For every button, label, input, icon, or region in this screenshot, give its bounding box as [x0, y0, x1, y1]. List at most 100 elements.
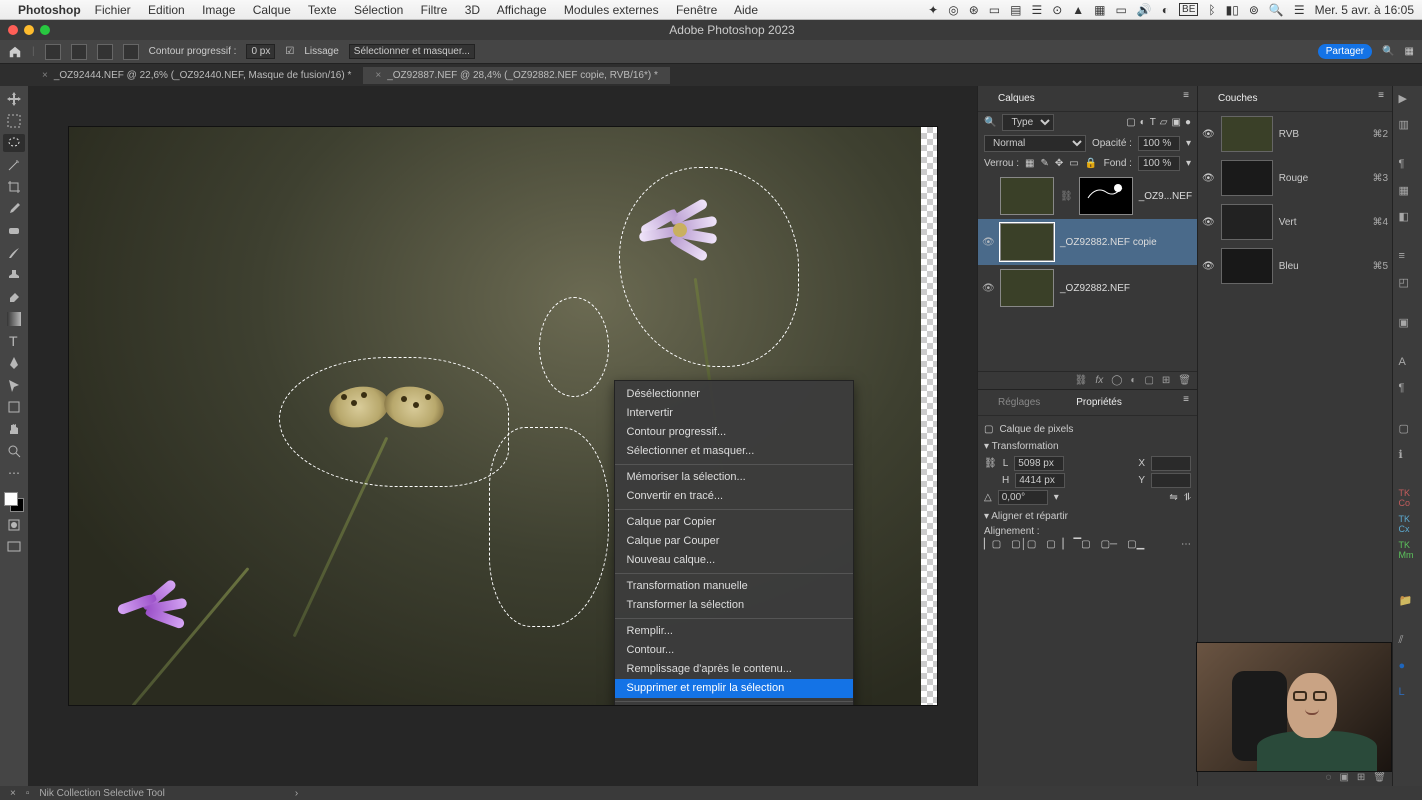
- adjustment-icon[interactable]: ◐: [1130, 375, 1136, 386]
- battery-icon[interactable]: ▮▯: [1226, 3, 1239, 17]
- expand-icon[interactable]: ▫: [26, 788, 30, 799]
- close-icon[interactable]: ×: [375, 70, 381, 81]
- hand-tool[interactable]: [3, 420, 25, 438]
- type-tool[interactable]: T: [3, 332, 25, 350]
- delete-layer-icon[interactable]: 🗑: [1178, 375, 1191, 386]
- ctx-layer-via-cut[interactable]: Calque par Couper: [615, 532, 853, 551]
- feather-input[interactable]: 0 px: [246, 44, 275, 59]
- adjustments-tab[interactable]: Réglages: [986, 394, 1052, 411]
- stamp-tool[interactable]: [3, 266, 25, 284]
- visibility-toggle[interactable]: 👁: [1202, 261, 1215, 272]
- ctx-feather[interactable]: Contour progressif...: [615, 423, 853, 442]
- delete-channel-icon[interactable]: 🗑: [1373, 772, 1386, 783]
- ctx-inverse[interactable]: Intervertir: [615, 404, 853, 423]
- share-button[interactable]: Partager: [1318, 44, 1372, 59]
- ctx-new-layer[interactable]: Nouveau calque...: [615, 551, 853, 570]
- quickmask-tool[interactable]: [3, 516, 25, 534]
- antialias-check[interactable]: ☑: [285, 46, 294, 57]
- ctx-save-selection[interactable]: Mémoriser la sélection...: [615, 468, 853, 487]
- filter-smart-icon[interactable]: ▣: [1172, 117, 1181, 128]
- blend-mode-select[interactable]: Normal: [984, 135, 1086, 152]
- height-input[interactable]: [1015, 473, 1065, 488]
- selection-sub-icon[interactable]: [97, 44, 113, 60]
- move-tool[interactable]: [3, 90, 25, 108]
- channel-row[interactable]: 👁Rouge⌘3: [1198, 156, 1392, 200]
- selection-new-icon[interactable]: [45, 44, 61, 60]
- menu-modules[interactable]: Modules externes: [564, 3, 659, 17]
- swatches-icon[interactable]: ▦: [1399, 184, 1417, 202]
- link-icon[interactable]: ⛓: [1060, 191, 1073, 202]
- chevron-down-icon[interactable]: ▾: [984, 441, 989, 452]
- brush-tool[interactable]: [3, 244, 25, 262]
- flip-h-icon[interactable]: ⇋: [1169, 492, 1177, 503]
- color-swatches[interactable]: [4, 492, 24, 512]
- filter-adjust-icon[interactable]: ◐: [1140, 117, 1146, 128]
- plugin-tk-icon[interactable]: TKCx: [1399, 514, 1417, 532]
- ctx-make-path[interactable]: Convertir en tracé...: [615, 487, 853, 506]
- group-icon[interactable]: ▢: [1144, 375, 1153, 386]
- eraser-tool[interactable]: [3, 288, 25, 306]
- menubar-icon[interactable]: ▲: [1072, 3, 1084, 17]
- lock-all-icon[interactable]: 🔒: [1085, 158, 1097, 169]
- channel-row[interactable]: 👁RVB⌘2: [1198, 112, 1392, 156]
- ctx-deselect[interactable]: Désélectionner: [615, 385, 853, 404]
- layer-style-icon[interactable]: fx: [1095, 375, 1103, 386]
- chevron-right-icon[interactable]: ›: [295, 788, 298, 799]
- crop-tool[interactable]: [3, 178, 25, 196]
- visibility-toggle[interactable]: 👁: [982, 237, 994, 248]
- more-icon[interactable]: ⋯: [1181, 539, 1191, 550]
- chevron-down-icon[interactable]: ▾: [984, 511, 989, 522]
- maximize-window[interactable]: [40, 25, 50, 35]
- flip-v-icon[interactable]: ⥮: [1184, 492, 1191, 503]
- menubar-icon[interactable]: ◐: [1162, 3, 1169, 17]
- app-name[interactable]: Photoshop: [18, 3, 81, 17]
- filter-pixels-icon[interactable]: ▢: [1126, 117, 1135, 128]
- layer-row[interactable]: ⛓ _OZ9...NEF: [978, 173, 1197, 219]
- layer-row[interactable]: 👁 _OZ92882.NEF copie: [978, 219, 1197, 265]
- selection-intersect-icon[interactable]: [123, 44, 139, 60]
- align-hcenter-icon[interactable]: ▢│▢: [1011, 539, 1036, 550]
- y-input[interactable]: [1151, 473, 1191, 488]
- lock-transp-icon[interactable]: ▦: [1025, 158, 1034, 169]
- layer-thumb[interactable]: [1000, 223, 1054, 261]
- ctx-fill[interactable]: Remplir...: [615, 622, 853, 641]
- histogram-icon[interactable]: ▥: [1399, 118, 1417, 136]
- plugin-tk-icon[interactable]: TKCo: [1399, 488, 1417, 506]
- navigator-icon[interactable]: ▢: [1399, 422, 1417, 440]
- load-selection-icon[interactable]: ◌: [1326, 772, 1332, 783]
- menubar-icon[interactable]: ◎: [948, 3, 958, 17]
- color-icon[interactable]: ◧: [1399, 210, 1417, 228]
- menu-fenetre[interactable]: Fenêtre: [676, 3, 717, 17]
- libraries-icon[interactable]: ▣: [1399, 316, 1417, 334]
- align-bottom-icon[interactable]: ▢▁: [1127, 539, 1144, 550]
- menubar-icon[interactable]: ▤: [1010, 3, 1021, 17]
- control-center-icon[interactable]: ☰: [1294, 3, 1305, 17]
- more-tools[interactable]: ⋯: [3, 464, 25, 482]
- channel-row[interactable]: 👁Bleu⌘5: [1198, 244, 1392, 288]
- visibility-toggle[interactable]: 👁: [1202, 129, 1215, 140]
- mask-thumb[interactable]: [1079, 177, 1133, 215]
- bluetooth-icon[interactable]: ᛒ: [1208, 3, 1215, 17]
- visibility-toggle[interactable]: 👁: [1202, 217, 1215, 228]
- menu-image[interactable]: Image: [202, 3, 235, 17]
- panel-menu-icon[interactable]: ≡: [1183, 90, 1189, 107]
- menubar-icon[interactable]: ⊛: [969, 3, 979, 17]
- plugin-tk-icon[interactable]: TKMm: [1399, 540, 1417, 558]
- ctx-free-transform[interactable]: Transformation manuelle: [615, 577, 853, 596]
- zoom-tool[interactable]: [3, 442, 25, 460]
- filter-type-icon[interactable]: T: [1150, 117, 1156, 128]
- styles-icon[interactable]: ◰: [1399, 276, 1417, 294]
- shape-tool[interactable]: [3, 398, 25, 416]
- menubar-icon[interactable]: ▦: [1094, 3, 1105, 17]
- menubar-icon[interactable]: ☰: [1031, 3, 1042, 17]
- opacity-input[interactable]: [1138, 136, 1180, 151]
- menu-3d[interactable]: 3D: [465, 3, 480, 17]
- menu-edition[interactable]: Edition: [148, 3, 185, 17]
- menu-aide[interactable]: Aide: [734, 3, 758, 17]
- layer-row[interactable]: 👁 _OZ92882.NEF: [978, 265, 1197, 311]
- menubar-icon[interactable]: ▭: [1116, 3, 1127, 17]
- lock-position-icon[interactable]: ✥: [1055, 158, 1063, 169]
- close-window[interactable]: [8, 25, 18, 35]
- eyedropper-tool[interactable]: [3, 200, 25, 218]
- path-tool[interactable]: [3, 376, 25, 394]
